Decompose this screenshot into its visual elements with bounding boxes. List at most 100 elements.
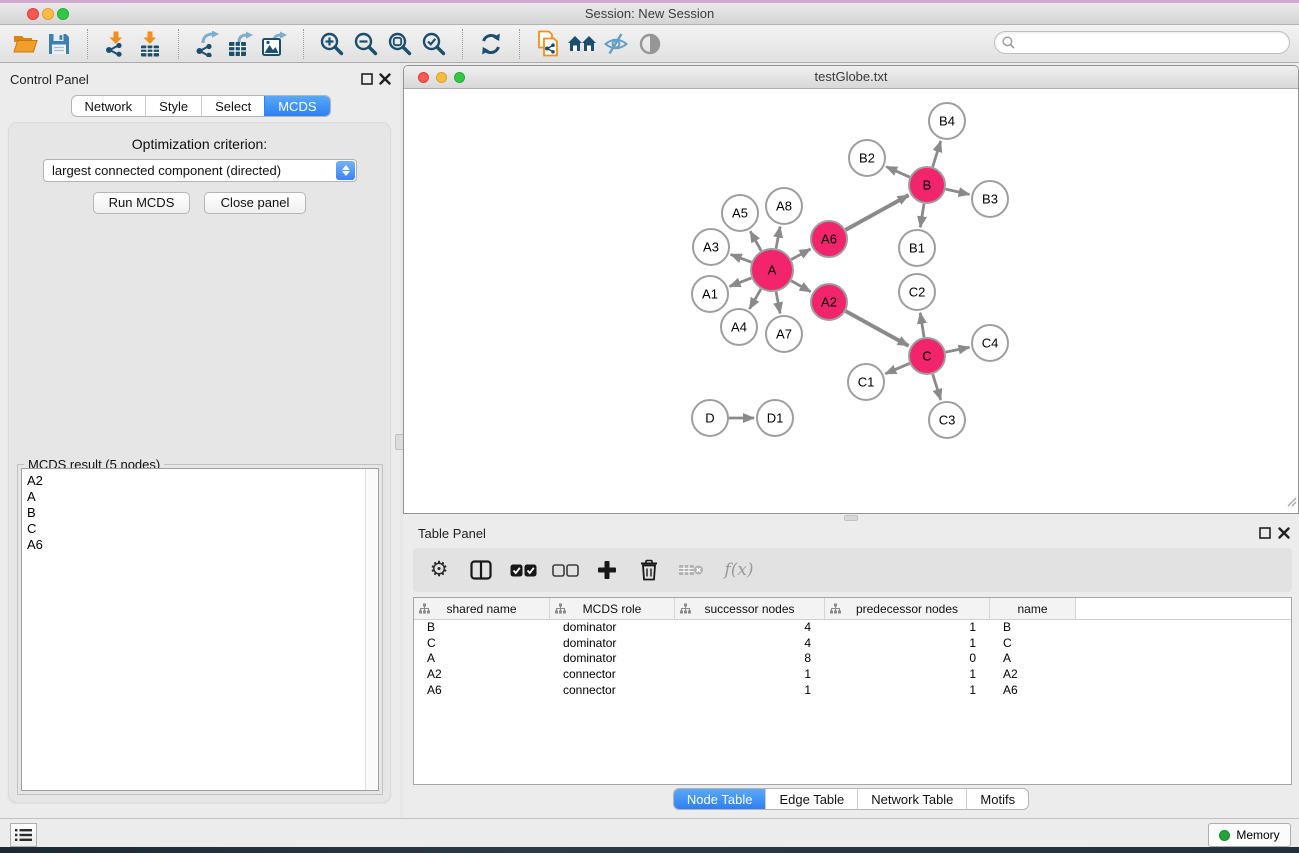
cell[interactable]: A2 [414,667,550,683]
graph-edge-A-A4[interactable] [750,289,761,309]
show-columns-icon[interactable] [467,556,495,584]
import-network-icon[interactable] [99,28,133,60]
task-history-button[interactable] [10,823,37,847]
graph-node-A6[interactable]: A6 [811,221,847,257]
cell[interactable]: A6 [990,683,1076,699]
network-window-titlebar[interactable]: testGlobe.txt [404,66,1298,89]
cell[interactable]: 1 [675,667,825,683]
graph-edge-C-C1[interactable] [885,363,909,373]
table-row[interactable]: Bdominator41B [414,620,1291,636]
cell[interactable]: B [990,620,1076,636]
table-row[interactable]: A2connector11A2 [414,667,1291,683]
tab-edge-table[interactable]: Edge Table [765,789,857,809]
save-session-icon[interactable] [42,28,76,60]
cell[interactable]: C [414,636,550,652]
tab-motifs[interactable]: Motifs [966,789,1028,809]
result-scrollbar[interactable] [365,469,378,790]
import-table-icon[interactable] [133,28,167,60]
zoom-in-icon[interactable] [315,28,349,60]
cell[interactable]: 1 [825,636,990,652]
column-header-predecessor-nodes[interactable]: predecessor nodes [825,598,990,619]
tab-network[interactable]: Network [71,96,145,116]
graph-node-B[interactable]: B [909,167,945,203]
cell[interactable]: 4 [675,620,825,636]
graph-node-A3[interactable]: A3 [693,229,729,265]
graph-edge-A2-C[interactable] [846,311,909,346]
export-table-icon[interactable] [224,28,258,60]
graph-edge-C-C4[interactable] [946,347,970,352]
graph-node-A4[interactable]: A4 [721,309,757,345]
cell[interactable]: B [414,620,550,636]
result-list-item[interactable]: B [27,505,378,521]
cell[interactable]: dominator [550,636,675,652]
close-panel-icon[interactable] [379,72,392,85]
graph-node-A[interactable]: A [751,249,793,291]
graph-edge-A-A7[interactable] [776,292,780,314]
tab-node-table[interactable]: Node Table [674,789,766,809]
graph-edge-B-B2[interactable] [886,167,910,178]
delete-columns-trash-icon[interactable] [635,556,663,584]
cell[interactable]: 1 [825,667,990,683]
graph-edge-A-A3[interactable] [731,254,752,262]
graph-edge-C-C3[interactable] [933,374,941,400]
graph-edge-B-B1[interactable] [920,204,924,227]
export-image-icon[interactable] [258,28,292,60]
export-network-icon[interactable] [190,28,224,60]
mcds-result-list[interactable]: A2ABCA6 [21,468,379,791]
cell[interactable]: 1 [675,683,825,699]
run-mcds-button[interactable]: Run MCDS [93,192,190,214]
graph-node-B4[interactable]: B4 [929,103,965,139]
zoom-out-icon[interactable] [349,28,383,60]
search-input[interactable] [994,31,1290,54]
graph-node-A7[interactable]: A7 [766,316,802,352]
minimize-window-button[interactable] [42,8,54,20]
graph-edge-B-B4[interactable] [933,141,941,167]
cell[interactable]: connector [550,667,675,683]
tab-style[interactable]: Style [145,96,201,116]
cell[interactable]: 1 [825,683,990,699]
session-home-icon[interactable] [565,28,599,60]
zoom-window-button[interactable] [57,8,69,20]
criterion-dropdown[interactable]: largest connected component (directed) [43,159,357,182]
column-header-successor-nodes[interactable]: successor nodes [675,598,825,619]
deselect-all-columns-icon[interactable] [551,556,579,584]
graph-edge-A-A5[interactable] [750,231,761,251]
column-header-mcds-role[interactable]: MCDS role [550,598,675,619]
float-table-panel-icon[interactable] [1259,526,1272,539]
result-list-item[interactable]: A6 [27,537,378,553]
node-table[interactable]: shared nameMCDS rolesuccessor nodesprede… [413,597,1292,785]
graph-edge-A-A8[interactable] [776,227,780,249]
cell[interactable]: A2 [990,667,1076,683]
graph-edge-A-A2[interactable] [791,281,811,292]
graph-node-A1[interactable]: A1 [692,276,728,312]
cell[interactable]: 8 [675,651,825,667]
table-row[interactable]: A6connector11A6 [414,683,1291,699]
horizontal-splitter-grip[interactable] [844,515,858,521]
graph-node-A8[interactable]: A8 [766,188,802,224]
tab-network-table[interactable]: Network Table [857,789,966,809]
tab-select[interactable]: Select [201,96,264,116]
network-zoom-button[interactable] [454,72,465,83]
cell[interactable]: 0 [825,651,990,667]
select-all-columns-icon[interactable] [509,556,537,584]
graph-edge-A-A6[interactable] [791,249,810,259]
cell[interactable]: A6 [414,683,550,699]
result-list-item[interactable]: C [27,521,378,537]
show-details-icon[interactable] [633,28,667,60]
network-close-button[interactable] [418,72,429,83]
network-minimize-button[interactable] [436,72,447,83]
create-column-icon[interactable] [593,556,621,584]
zoom-fit-icon[interactable] [383,28,417,60]
graph-node-D[interactable]: D [692,400,728,436]
close-window-button[interactable] [27,8,39,20]
resize-grip-icon[interactable] [1285,494,1297,512]
close-panel-button[interactable]: Close panel [204,192,306,214]
cell[interactable]: 1 [825,620,990,636]
close-table-panel-icon[interactable] [1278,526,1291,539]
memory-button[interactable]: Memory [1208,823,1291,847]
cell[interactable]: dominator [550,651,675,667]
cell[interactable]: dominator [550,620,675,636]
graph-node-B1[interactable]: B1 [899,230,935,266]
result-list-item[interactable]: A2 [27,473,378,489]
graph-node-C2[interactable]: C2 [899,274,935,310]
